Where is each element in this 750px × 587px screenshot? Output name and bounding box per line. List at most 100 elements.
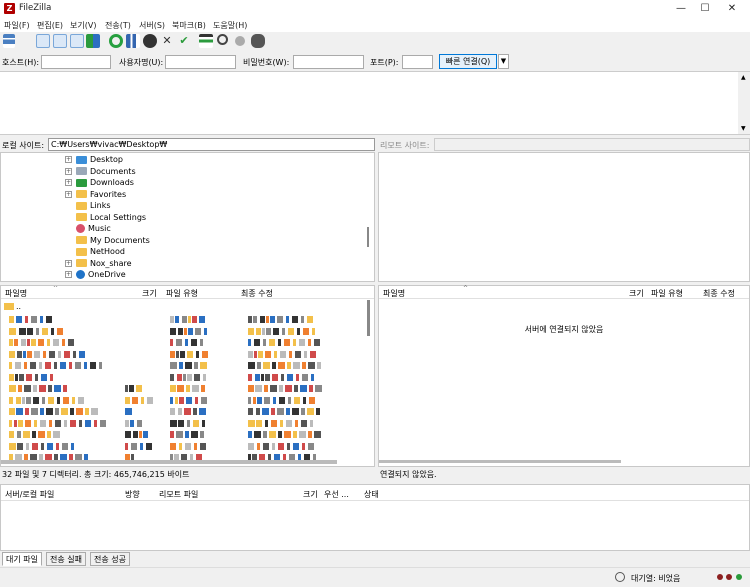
menu-help[interactable]: 도움말(H) <box>213 20 247 31</box>
quickconnect-button[interactable]: 빠른 연결(Q) <box>439 54 497 69</box>
expand-icon[interactable]: + <box>65 259 72 267</box>
obscured-file-row[interactable] <box>5 360 365 371</box>
tab-successful-transfers[interactable]: 전송 성공 <box>90 552 130 566</box>
password-input[interactable] <box>293 55 364 69</box>
pixel-block <box>60 362 66 369</box>
menu-view[interactable]: 보기(V) <box>70 20 96 31</box>
pixel-block <box>284 431 291 438</box>
username-input[interactable] <box>165 55 236 69</box>
directory-filter-icon[interactable] <box>199 34 213 48</box>
menu-bookmarks[interactable]: 북마크(B) <box>172 20 206 31</box>
process-queue-icon[interactable] <box>126 34 140 48</box>
toggle-remote-tree-icon[interactable] <box>70 34 84 48</box>
local-list-scrollbar[interactable] <box>367 300 370 336</box>
tree-item-label: Nox_share <box>90 258 132 268</box>
obscured-file-row[interactable] <box>5 406 365 417</box>
window-title: FileZilla <box>19 3 52 13</box>
parent-directory-row[interactable]: .. <box>4 302 21 311</box>
obscured-file-row[interactable] <box>5 337 365 348</box>
disconnect-icon[interactable]: ✕ <box>160 34 174 48</box>
col-filetype[interactable]: 파일 유형 <box>651 288 683 299</box>
tree-item[interactable]: + Documents <box>65 167 136 179</box>
scroll-down-icon[interactable]: ▼ <box>741 125 746 132</box>
quickconnect-dropdown-icon[interactable]: ▼ <box>498 54 509 69</box>
sync-browse-icon[interactable] <box>235 36 245 46</box>
obscured-file-row[interactable] <box>5 326 365 337</box>
sort-up-icon: ^ <box>463 285 469 292</box>
pixel-block <box>310 419 313 427</box>
col-modified[interactable]: 최종 수정 <box>703 288 735 299</box>
col-filename[interactable]: 파일명 <box>5 288 27 299</box>
expand-icon[interactable]: + <box>65 167 72 175</box>
remote-path-input[interactable] <box>434 138 750 151</box>
local-path-input[interactable]: C:₩Users₩vivac₩Desktop₩ <box>48 138 375 151</box>
pixel-block <box>301 316 304 323</box>
tree-item[interactable]: + Favorites <box>65 190 126 202</box>
col-queue-size[interactable]: 크기 <box>303 489 318 500</box>
col-filename[interactable]: 파일명 <box>383 288 405 299</box>
tab-queued-files[interactable]: 대기 파일 <box>2 552 42 566</box>
pixel-block <box>125 442 128 450</box>
obscured-file-row[interactable] <box>5 418 365 429</box>
reconnect-icon[interactable]: ✔ <box>177 34 191 48</box>
tree-item[interactable]: My Documents <box>65 236 150 248</box>
log-scrollbar[interactable]: ▲ ▼ <box>738 72 750 134</box>
speed-limit-icon[interactable] <box>615 572 625 582</box>
host-input[interactable] <box>41 55 111 69</box>
col-priority[interactable]: 우선 ... <box>324 489 349 500</box>
toggle-log-icon[interactable] <box>36 34 50 48</box>
pixel-block <box>248 385 254 392</box>
tree-item[interactable]: + OneDrive <box>65 270 126 282</box>
toggle-queue-icon[interactable] <box>86 34 100 48</box>
pixel-block <box>248 327 254 335</box>
menu-transfer[interactable]: 전송(T) <box>105 20 131 31</box>
tree-item[interactable]: + Nox_share <box>65 259 132 271</box>
obscured-file-row[interactable] <box>5 383 365 394</box>
obscured-file-row[interactable] <box>5 314 365 325</box>
tree-item[interactable]: Music <box>65 224 111 236</box>
expand-icon[interactable]: + <box>65 190 72 198</box>
menu-server[interactable]: 서버(S) <box>139 20 165 31</box>
refresh-icon[interactable] <box>109 34 123 48</box>
search-binoculars-icon[interactable] <box>251 34 265 48</box>
site-manager-icon[interactable] <box>3 34 15 48</box>
obscured-file-row[interactable] <box>5 395 365 406</box>
col-remote-file[interactable]: 리모트 파일 <box>159 489 198 500</box>
tree-item[interactable]: + Downloads <box>65 178 134 190</box>
expand-icon[interactable]: + <box>65 156 72 163</box>
obscured-file-row[interactable] <box>5 429 365 440</box>
expand-icon[interactable]: + <box>65 271 72 278</box>
remote-list-hscrollbar[interactable] <box>379 460 621 463</box>
tree-item[interactable]: + Desktop <box>65 155 123 167</box>
col-filetype[interactable]: 파일 유형 <box>166 288 198 299</box>
tree-item[interactable]: NetHood <box>65 247 125 259</box>
scroll-up-icon[interactable]: ▲ <box>741 74 746 81</box>
tree-item[interactable]: Local Settings <box>65 213 146 225</box>
toggle-local-tree-icon[interactable] <box>53 34 67 48</box>
tree-item-label: Downloads <box>90 178 134 187</box>
local-tree-scrollbar[interactable] <box>367 227 369 247</box>
obscured-file-row[interactable] <box>5 349 365 360</box>
menu-edit[interactable]: 편집(E) <box>37 20 63 31</box>
cancel-operation-icon[interactable] <box>143 34 157 48</box>
tree-item[interactable]: Links <box>65 201 111 213</box>
obscured-file-row[interactable] <box>5 441 365 452</box>
col-size[interactable]: 크기 <box>142 288 157 299</box>
pixel-block <box>55 419 61 427</box>
pixel-block <box>248 362 255 369</box>
folder-icon <box>76 259 87 267</box>
obscured-file-row[interactable] <box>5 372 365 383</box>
pixel-block <box>39 385 46 392</box>
local-list-hscrollbar[interactable] <box>1 460 337 464</box>
col-status[interactable]: 상태 <box>364 489 379 500</box>
port-input[interactable] <box>402 55 433 69</box>
tab-failed-transfers[interactable]: 전송 실패 <box>46 552 86 566</box>
col-server-local-file[interactable]: 서버/로컬 파일 <box>5 489 54 500</box>
col-size[interactable]: 크기 <box>629 288 644 299</box>
col-modified[interactable]: 최종 수정 <box>241 288 273 299</box>
expand-icon[interactable]: + <box>65 179 72 186</box>
menu-file[interactable]: 파일(F) <box>4 20 30 31</box>
col-direction[interactable]: 방향 <box>125 489 140 500</box>
compare-icon[interactable] <box>217 34 228 45</box>
close-button[interactable]: ✕ <box>714 0 750 18</box>
